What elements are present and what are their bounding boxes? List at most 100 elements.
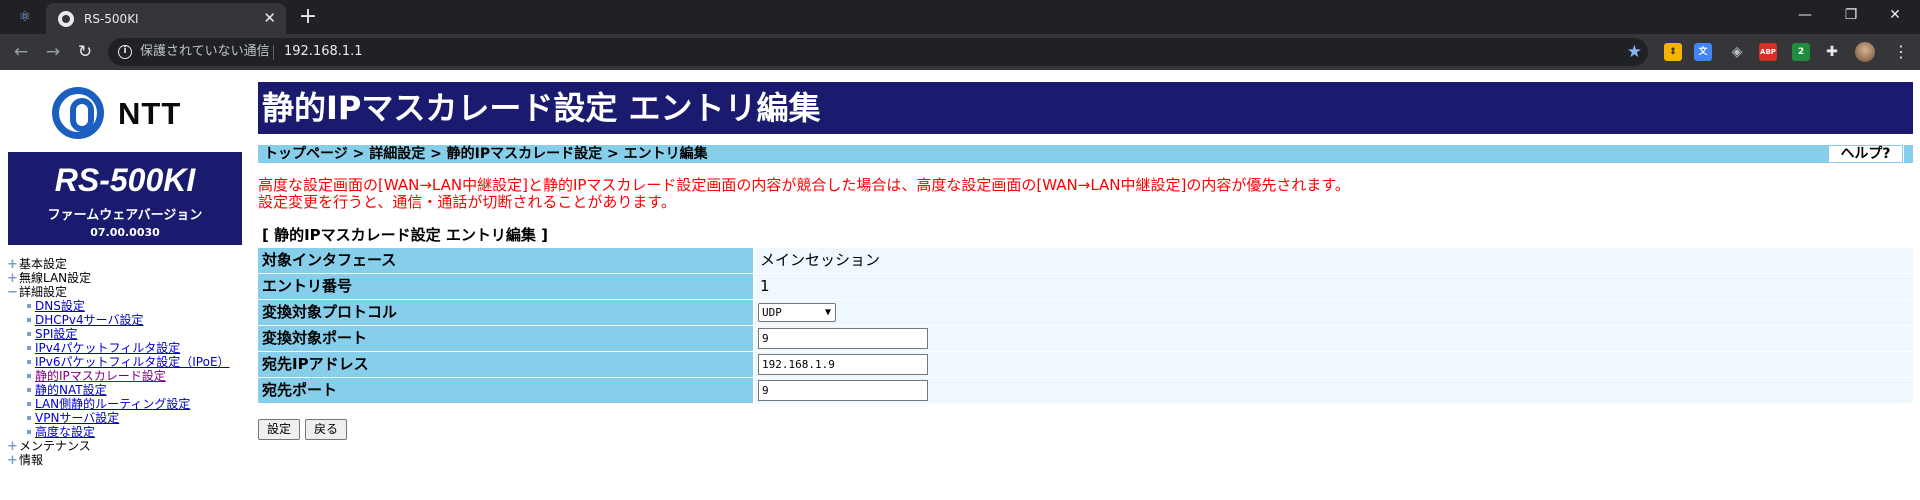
dest-ip-input[interactable]: 192.168.1.9 [758,354,928,375]
sidebar-item-basic[interactable]: +基本設定 [7,257,250,272]
ntt-logo: NTT [52,87,212,142]
submit-button[interactable]: 設定 [258,419,300,440]
close-tab-icon[interactable]: ✕ [263,9,276,27]
value-cell: UDP ▼ [755,300,1913,325]
form-row-entry-number: エントリ番号 1 [258,274,1913,299]
sidebar-link-dns[interactable]: DNS設定 [35,299,85,313]
sidebar-link-vpn-server[interactable]: VPNサーバ設定 [35,411,119,425]
address-bar[interactable]: i 保護されていない通信 192.168.1.1 ★ [108,38,1648,66]
expand-plus-icon[interactable]: + [7,258,19,272]
close-window-icon[interactable]: ✕ [1880,5,1910,25]
sidebar-link-ipv4-filter[interactable]: IPv4パケットフィルタ設定 [35,341,180,355]
sidebar-link-dhcpv4[interactable]: DHCPv4サーバ設定 [35,313,144,327]
sidebar-link-spi[interactable]: SPI設定 [35,327,77,341]
ntt-logo-mark-icon [52,87,104,139]
profile-avatar[interactable] [1855,42,1875,62]
bullet-icon [27,416,31,420]
model-name: RS-500KI [54,162,196,198]
label-dest-ip: 宛先IPアドレス [258,352,753,377]
port-input[interactable]: 9 [758,328,928,349]
help-link[interactable]: ヘルプ? [1828,145,1903,163]
bookmark-star-icon[interactable]: ★ [1627,42,1642,62]
sidebar-subitem: IPv4パケットフィルタ設定 [7,341,250,355]
sidebar-item-label[interactable]: 詳細設定 [19,285,67,299]
sidebar-item-label[interactable]: 情報 [19,453,43,467]
sidebar-subitem: LAN側静的ルーティング設定 [7,397,250,411]
breadcrumb: トップページ > 詳細設定 > 静的IPマスカレード設定 > エントリ編集 [258,145,1828,163]
globe-icon [58,11,74,27]
adblock-plus-icon[interactable]: ABP [1759,43,1777,61]
browser-tab-bar: ⚛ RS-500KI ✕ + — ❐ ✕ [0,0,1920,34]
bullet-icon [27,388,31,392]
entry-number-value: 1 [760,277,770,295]
new-tab-icon[interactable]: + [296,6,320,28]
sidebar-item-maintenance[interactable]: +メンテナンス [7,439,250,454]
sidebar-link-static-nat[interactable]: 静的NAT設定 [35,383,107,397]
tab-title: RS-500KI [84,12,139,26]
sidebar-item-label[interactable]: メンテナンス [19,439,91,453]
bullet-icon [27,374,31,378]
info-icon[interactable]: i [118,45,132,59]
form-row-interface: 対象インタフェース メインセッション [258,248,1913,273]
target-extension-icon[interactable]: ◈ [1728,43,1746,61]
form-title: [ 静的IPマスカレード設定 エントリ編集 ] [262,226,548,244]
sidebar-item-info[interactable]: +情報 [7,453,250,468]
logo-text: NTT [118,96,182,131]
router-admin-page: NTT RS-500KI ファームウェアバージョン 07.00.0030 +基本… [0,70,1920,500]
help-strip [1904,145,1913,163]
sidebar-link-lan-routing[interactable]: LAN側静的ルーティング設定 [35,397,190,411]
entry-form-table: 対象インタフェース メインセッション エントリ番号 1 変換対象プロトコル UD… [258,248,1913,404]
forward-arrow-icon[interactable]: → [42,41,64,63]
dest-port-input[interactable]: 9 [758,380,928,401]
back-arrow-icon[interactable]: ← [10,41,32,63]
url-text[interactable]: 192.168.1.1 [284,44,363,60]
sidebar-subitem: 静的NAT設定 [7,383,250,397]
form-row-dest-port: 宛先ポート 9 [258,378,1913,403]
restore-icon[interactable]: ❐ [1836,5,1866,25]
minimize-icon[interactable]: — [1790,5,1820,25]
sidebar-subitem: 高度な設定 [7,425,250,439]
badge-extension-icon[interactable]: 2 [1792,43,1810,61]
back-button[interactable]: 戻る [305,419,347,440]
sidebar-item-advanced[interactable]: −詳細設定 [7,285,250,300]
sidebar-item-label[interactable]: 無線LAN設定 [19,271,91,285]
sidebar-link-advanced-settings[interactable]: 高度な設定 [35,425,95,439]
browser-tab[interactable]: RS-500KI ✕ [46,3,286,34]
bullet-icon [27,430,31,434]
sidebar-item-wireless[interactable]: +無線LAN設定 [7,271,250,286]
model-box: RS-500KI ファームウェアバージョン 07.00.0030 [8,152,242,245]
atom-icon[interactable]: ⚛ [14,8,36,26]
sidebar-subitem: DNS設定 [7,299,250,313]
firmware-label: ファームウェアバージョン [47,208,203,223]
sidebar-link-ipv6-filter[interactable]: IPv6パケットフィルタ設定（IPoE） [35,355,230,369]
interface-value: メインセッション [760,251,881,269]
sidebar-item-label[interactable]: 基本設定 [19,257,67,271]
bullet-icon [27,346,31,350]
sidebar-nav: +基本設定 +無線LAN設定 −詳細設定 DNS設定 DHCPv4サーバ設定 S… [7,257,250,468]
sidebar-link-static-masquerade[interactable]: 静的IPマスカレード設定 [35,369,166,383]
protocol-select[interactable]: UDP ▼ [758,303,836,322]
arrows-extension-icon[interactable]: ⇕ [1664,43,1682,61]
expand-plus-icon[interactable]: + [7,454,19,468]
warning-line-2: 設定変更を行うと、通信・通話が切断されることがあります。 [258,193,676,211]
security-status[interactable]: 保護されていない通信 [140,44,270,60]
expand-plus-icon[interactable]: + [7,272,19,286]
firmware-version: 07.00.0030 [90,226,160,239]
reload-icon[interactable]: ↻ [74,41,96,63]
sidebar-subitem: VPNサーバ設定 [7,411,250,425]
puzzle-extensions-icon[interactable]: ✚ [1823,43,1841,61]
sidebar-subitem: SPI設定 [7,327,250,341]
translate-extension-icon[interactable]: 文 [1694,43,1712,61]
collapse-minus-icon[interactable]: − [7,286,19,300]
form-row-dest-ip: 宛先IPアドレス 192.168.1.9 [258,352,1913,377]
bullet-icon [27,402,31,406]
page-title-bar: 静的IPマスカレード設定 エントリ編集 [258,82,1913,134]
kebab-menu-icon[interactable]: ⋮ [1893,42,1909,62]
expand-plus-icon[interactable]: + [7,440,19,454]
form-row-protocol: 変換対象プロトコル UDP ▼ [258,300,1913,325]
value-cell: メインセッション [755,248,1913,273]
bullet-icon [27,360,31,364]
protocol-selected-value: UDP [762,306,782,319]
chevron-down-icon: ▼ [824,307,831,318]
sidebar-subitem: IPv6パケットフィルタ設定（IPoE） [7,355,250,369]
